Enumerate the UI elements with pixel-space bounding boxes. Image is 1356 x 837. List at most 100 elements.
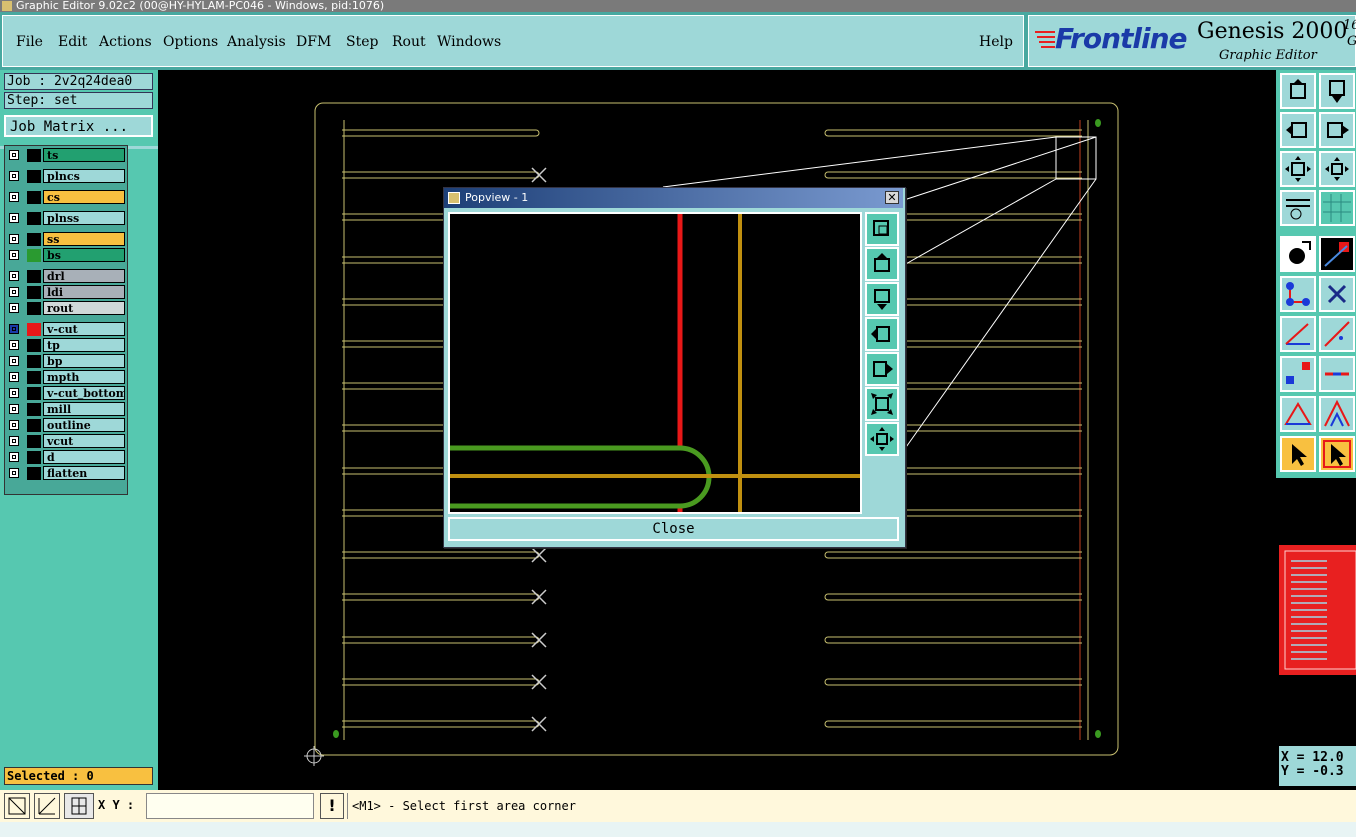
layer-color-swatch[interactable] — [27, 233, 41, 246]
layer-name[interactable]: ts — [43, 148, 125, 162]
xy-input[interactable] — [146, 793, 314, 819]
measure-tool-button[interactable] — [1280, 190, 1316, 226]
popview-pan-left-button[interactable] — [865, 317, 899, 351]
layer-row-mpth[interactable]: mpth — [5, 370, 127, 384]
pointer-select-button[interactable] — [1280, 436, 1316, 472]
snap-angle-button[interactable] — [34, 793, 60, 819]
layer-name[interactable]: flatten — [43, 466, 125, 480]
layer-name[interactable]: drl — [43, 269, 125, 283]
snap-grid-button[interactable] — [64, 793, 94, 819]
layer-row-tp[interactable]: tp — [5, 338, 127, 352]
menu-windows[interactable]: Windows — [437, 34, 501, 50]
layer-row-mill[interactable]: mill — [5, 402, 127, 416]
layer-row-flatten[interactable]: flatten — [5, 466, 127, 480]
layer-checkbox[interactable] — [9, 192, 19, 202]
layer-row-bs[interactable]: bs — [5, 248, 127, 262]
layer-checkbox[interactable] — [9, 171, 19, 181]
layer-row-vcut[interactable]: vcut — [5, 434, 127, 448]
menu-edit[interactable]: Edit — [58, 34, 87, 50]
menu-analysis[interactable]: Analysis — [227, 34, 286, 50]
layer-checkbox[interactable] — [9, 287, 19, 297]
layer-color-swatch[interactable] — [27, 371, 41, 384]
angle-tool-button[interactable] — [1280, 316, 1316, 352]
layer-checkbox[interactable] — [9, 324, 19, 334]
layer-name[interactable]: bp — [43, 354, 125, 368]
grid-button[interactable] — [1319, 190, 1355, 226]
layer-color-swatch[interactable] — [27, 419, 41, 432]
layer-row-v-cut[interactable]: v-cut — [5, 322, 127, 336]
connect-points-button[interactable] — [1280, 276, 1316, 312]
menu-options[interactable]: Options — [163, 34, 218, 50]
layer-color-swatch[interactable] — [27, 191, 41, 204]
popview-canvas[interactable] — [448, 212, 862, 514]
diagonal-tool-button[interactable] — [1319, 316, 1355, 352]
menu-step[interactable]: Step — [346, 34, 378, 50]
layer-color-swatch[interactable] — [27, 170, 41, 183]
zoom-center-button[interactable] — [1319, 151, 1355, 187]
overview-map[interactable] — [1279, 545, 1356, 675]
layer-name[interactable]: vcut — [43, 434, 125, 448]
layer-name[interactable]: outline — [43, 418, 125, 432]
layer-name[interactable]: v-cut — [43, 322, 125, 336]
layer-name[interactable]: ss — [43, 232, 125, 246]
layer-color-swatch[interactable] — [27, 270, 41, 283]
layer-color-swatch[interactable] — [27, 339, 41, 352]
layer-name[interactable]: mill — [43, 402, 125, 416]
pan-down-button[interactable] — [1319, 73, 1355, 109]
layer-name[interactable]: tp — [43, 338, 125, 352]
layer-row-cs[interactable]: cs — [5, 190, 127, 204]
triangle-tool-button[interactable] — [1280, 396, 1316, 432]
alert-button[interactable]: ! — [320, 793, 344, 819]
draw-line-button[interactable] — [1319, 236, 1355, 272]
pan-left-button[interactable] — [1280, 112, 1316, 148]
layer-checkbox[interactable] — [9, 468, 19, 478]
popview-zoom-out-button[interactable] — [865, 422, 899, 456]
layer-color-swatch[interactable] — [27, 387, 41, 400]
layer-checkbox[interactable] — [9, 213, 19, 223]
layer-row-v-cut_bottom[interactable]: v-cut_bottom — [5, 386, 127, 400]
layer-checkbox[interactable] — [9, 303, 19, 313]
layer-color-swatch[interactable] — [27, 149, 41, 162]
layer-name[interactable]: mpth — [43, 370, 125, 384]
layer-checkbox[interactable] — [9, 356, 19, 366]
layer-row-plnss[interactable]: plnss — [5, 211, 127, 225]
layer-color-swatch[interactable] — [27, 302, 41, 315]
layer-row-ldi[interactable]: ldi — [5, 285, 127, 299]
peak-tool-button[interactable] — [1319, 396, 1355, 432]
layer-name[interactable]: cs — [43, 190, 125, 204]
layer-row-outline[interactable]: outline — [5, 418, 127, 432]
layer-checkbox[interactable] — [9, 150, 19, 160]
layer-color-swatch[interactable] — [27, 286, 41, 299]
layer-name[interactable]: d — [43, 450, 125, 464]
pan-up-button[interactable] — [1280, 73, 1316, 109]
popview-title-bar[interactable]: Popview - 1 ✕ — [444, 188, 903, 208]
layer-color-swatch[interactable] — [27, 451, 41, 464]
layer-name[interactable]: ldi — [43, 285, 125, 299]
layer-row-ss[interactable]: ss — [5, 232, 127, 246]
close-icon[interactable]: ✕ — [885, 191, 899, 204]
layer-name[interactable]: v-cut_bottom — [43, 386, 125, 400]
delete-point-button[interactable] — [1319, 276, 1355, 312]
layer-checkbox[interactable] — [9, 340, 19, 350]
layer-checkbox[interactable] — [9, 452, 19, 462]
layer-color-swatch[interactable] — [27, 355, 41, 368]
pan-right-button[interactable] — [1319, 112, 1355, 148]
pad-tool-button[interactable] — [1280, 356, 1316, 392]
layer-color-swatch[interactable] — [27, 249, 41, 262]
menu-file[interactable]: File — [16, 34, 43, 50]
layer-color-swatch[interactable] — [27, 323, 41, 336]
popview-pan-up-button[interactable] — [865, 247, 899, 281]
layer-row-bp[interactable]: bp — [5, 354, 127, 368]
menu-actions[interactable]: Actions — [99, 34, 152, 50]
layer-color-swatch[interactable] — [27, 212, 41, 225]
layer-row-ts[interactable]: ts — [5, 148, 127, 162]
layer-checkbox[interactable] — [9, 372, 19, 382]
menu-dfm[interactable]: DFM — [296, 34, 331, 50]
layer-color-swatch[interactable] — [27, 403, 41, 416]
popview-zoom-fit-button[interactable] — [865, 387, 899, 421]
layer-name[interactable]: plnss — [43, 211, 125, 225]
layer-checkbox[interactable] — [9, 271, 19, 281]
menu-rout[interactable]: Rout — [392, 34, 426, 50]
snap-mode-button[interactable] — [4, 793, 30, 819]
popview-close-button[interactable]: Close — [448, 517, 899, 541]
